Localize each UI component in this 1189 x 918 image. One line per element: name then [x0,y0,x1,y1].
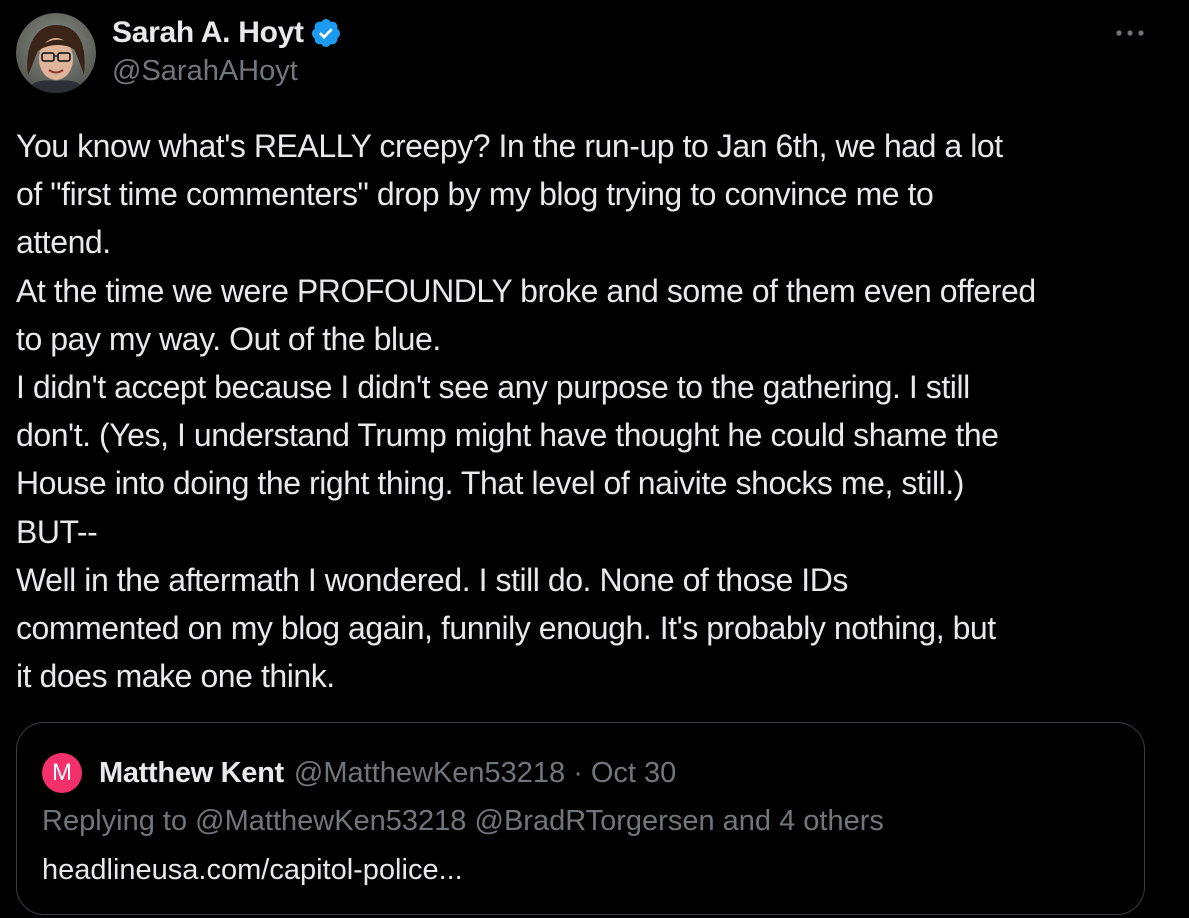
author-avatar[interactable] [16,13,96,93]
reply-others-link[interactable]: and 4 others [723,805,884,837]
tweet-text: You know what's REALLY creepy? In the ru… [16,122,1166,700]
quoted-author-name[interactable]: Matthew Kent [99,757,284,790]
tweet-line: attend. [16,224,111,261]
tweet-line: House into doing the right thing. That l… [16,465,964,502]
more-options-button[interactable] [1108,18,1152,48]
author-name-row: Sarah A. Hoyt [112,13,342,53]
tweet-line: don't. (Yes, I understand Trump might ha… [16,417,999,454]
tweet-line: it does make one think. [16,658,335,695]
quoted-tweet-header: M Matthew Kent @MatthewKen53218 · Oct 30 [42,753,676,793]
more-horizontal-icon [1115,24,1145,42]
replying-to-label: Replying to [42,805,188,837]
separator-dot: · [573,756,583,789]
replying-to-line: Replying to @MatthewKen53218 @BradRTorge… [42,805,884,838]
quoted-tweet-card[interactable]: M Matthew Kent @MatthewKen53218 · Oct 30… [16,722,1145,915]
author-handle[interactable]: @SarahAHoyt [112,55,298,88]
tweet-line: I didn't accept because I didn't see any… [16,369,970,406]
quoted-author-handle[interactable]: @MatthewKen53218 [294,757,565,790]
tweet-line: commented on my blog again, funnily enou… [16,610,996,647]
quoted-tweet-link[interactable]: headlineusa.com/capitol-police... [42,854,463,887]
tweet-line: You know what's REALLY creepy? In the ru… [16,128,1003,164]
tweet-line: BUT-- [16,513,98,550]
quoted-author-avatar[interactable]: M [42,753,82,793]
tweet-line: to pay my way. Out of the blue. [16,320,441,357]
reply-mention-link[interactable]: @MatthewKen53218 [195,805,466,837]
reply-mention-link[interactable]: @BradRTorgersen [475,805,715,837]
verified-badge-icon [310,17,342,49]
tweet-line: Well in the aftermath I wondered. I stil… [16,561,848,598]
quoted-tweet-date[interactable]: Oct 30 [591,757,676,790]
tweet-line: At the time we were PROFOUNDLY broke and… [16,272,1036,309]
author-name[interactable]: Sarah A. Hoyt [112,16,304,50]
tweet-line: of "first time commenters" drop by my bl… [16,176,934,213]
